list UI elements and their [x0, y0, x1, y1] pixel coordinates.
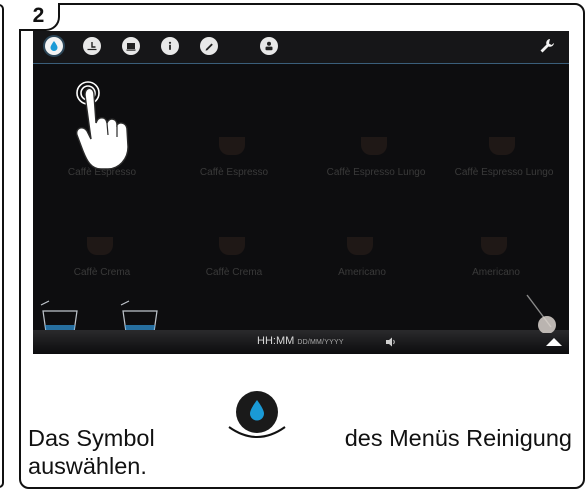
product-label: Caffè Espresso Lungo [454, 167, 554, 178]
pointing-hand-icon [75, 81, 129, 170]
product-tile[interactable]: Caffè Espresso [173, 127, 295, 207]
step-number: 2 [19, 3, 60, 31]
instruction-after-icon: des Menüs Reinigung [344, 425, 572, 451]
product-label: Caffè Crema [205, 267, 263, 278]
time-text: HH:MM [257, 335, 295, 347]
cup-icon [489, 137, 515, 155]
product-label: Americano [472, 267, 520, 278]
product-label: Caffè Espresso [199, 167, 269, 178]
cup-icon [219, 137, 245, 155]
top-menu-bar [33, 31, 569, 64]
date-text: DD/MM/YYYY [297, 339, 344, 346]
clock-icon[interactable] [83, 37, 101, 55]
status-bar: HH:MM DD/MM/YYYY [33, 330, 569, 354]
milk-jug-icon [526, 294, 556, 333]
instruction-line-2: auswählen. [28, 453, 147, 479]
speaker-icon[interactable] [385, 336, 397, 348]
product-tile[interactable]: Caffè Espresso Lungo [315, 127, 437, 207]
user-icon[interactable] [260, 37, 278, 55]
info-icon[interactable] [161, 37, 179, 55]
instruction-text: Das Symbol des Menüs Reinigung auswählen… [28, 424, 572, 480]
product-tile[interactable]: Caffè Espresso Lungo [443, 127, 565, 207]
previous-panel-edge [0, 4, 4, 488]
clock-readout: HH:MM DD/MM/YYYY [257, 335, 344, 347]
product-label: Americano [338, 267, 386, 278]
wrench-icon[interactable] [537, 36, 557, 56]
scroll-up-icon[interactable] [543, 334, 565, 350]
cleaning-drop-icon[interactable] [45, 37, 63, 55]
product-label: Caffè Crema [73, 267, 131, 278]
product-tile[interactable]: Caffè Crema [173, 227, 295, 307]
cup-icon [361, 137, 387, 155]
product-tile[interactable]: Americano [301, 227, 423, 307]
machine-display: Caffè Espresso Caffè Espresso Caffè Espr… [33, 31, 569, 354]
cup-icon [219, 237, 245, 255]
cup-icon [87, 237, 113, 255]
instruction-before-icon: Das Symbol [28, 425, 155, 451]
product-label: Caffè Espresso Lungo [326, 167, 426, 178]
edit-pencil-icon[interactable] [200, 37, 218, 55]
cup-icon [347, 237, 373, 255]
display-icon[interactable] [122, 37, 140, 55]
cup-icon [481, 237, 507, 255]
product-tile[interactable]: Caffè Crema [41, 227, 163, 307]
